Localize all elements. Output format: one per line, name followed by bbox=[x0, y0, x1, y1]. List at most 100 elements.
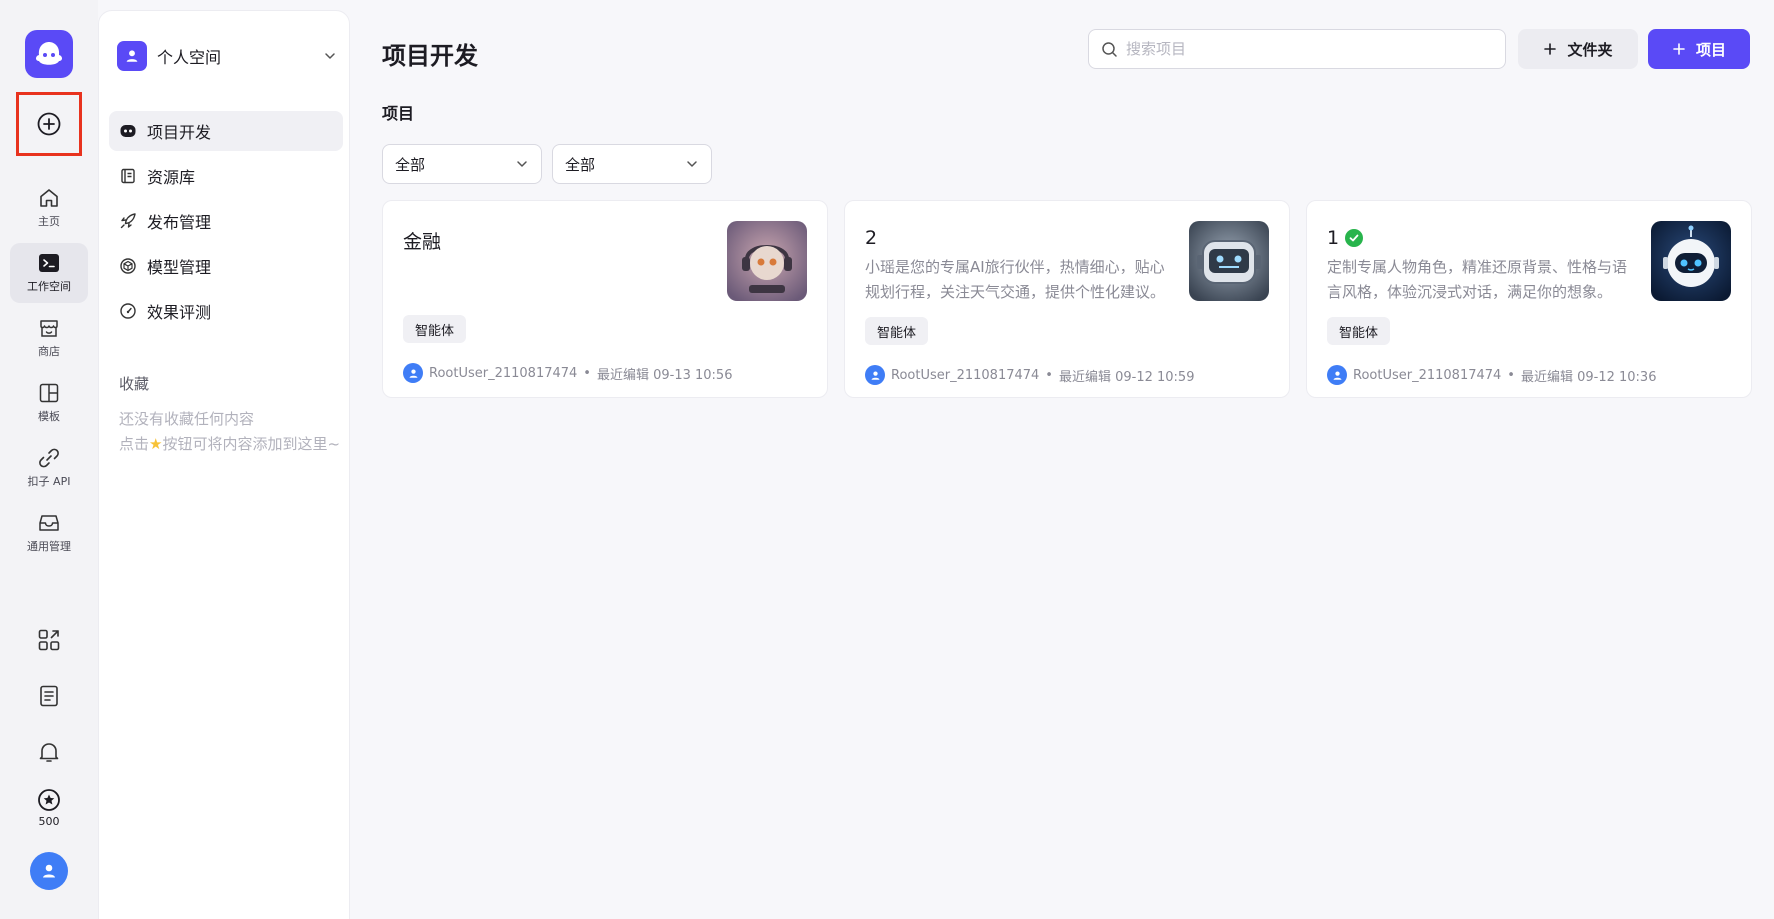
rail-item-label: 扣子 API bbox=[27, 475, 71, 488]
owner-avatar bbox=[403, 363, 423, 383]
project-type-tag: 智能体 bbox=[1327, 317, 1391, 345]
project-title: 1 bbox=[1327, 227, 1364, 249]
chevron-down-icon bbox=[687, 161, 697, 167]
rail-bottom: 500 bbox=[0, 620, 98, 890]
project-avatar bbox=[727, 221, 807, 301]
rail-item-api[interactable]: 扣子 API bbox=[10, 438, 88, 498]
project-description: 小瑶是您的专属AI旅行伙伴，热情细心，贴心规划行程，关注天气交通，提供个性化建议… bbox=[865, 258, 1166, 301]
project-title-text: 金融 bbox=[403, 231, 442, 253]
section-label: 项目 bbox=[382, 104, 415, 123]
meta-separator: • bbox=[1045, 367, 1053, 383]
workspace-sidebar: 个人空间 项目开发 资源库 发布管理 模型管理 效果评测 收藏 还没有收藏任何内… bbox=[98, 10, 350, 919]
space-avatar bbox=[117, 41, 147, 71]
sidebar-item-project-dev[interactable]: 项目开发 bbox=[109, 111, 343, 151]
library-icon bbox=[117, 165, 139, 187]
project-title-text: 1 bbox=[1327, 227, 1340, 249]
project-avatar bbox=[1189, 221, 1269, 301]
owner-filter-select[interactable]: 全部 bbox=[552, 144, 712, 184]
rail-item-store[interactable]: 商店 bbox=[10, 308, 88, 368]
owner-filter-value: 全部 bbox=[565, 155, 596, 174]
user-icon bbox=[871, 371, 879, 380]
project-meta: RootUser_2110817474 • 最近编辑 09-12 10:36 bbox=[1327, 365, 1656, 385]
create-button[interactable] bbox=[16, 92, 82, 156]
sidebar-item-publish[interactable]: 发布管理 bbox=[109, 201, 343, 241]
new-project-label: 项目 bbox=[1695, 40, 1726, 59]
project-card[interactable]: 1 定制专属人物角色，精准还原背景、性格与语言风格，体验沉浸式对话，满足你的想象… bbox=[1306, 200, 1752, 398]
rail-item-workspace[interactable]: 工作空间 bbox=[10, 243, 88, 303]
credits-count: 500 bbox=[38, 815, 60, 828]
project-title: 金融 bbox=[403, 227, 441, 254]
docs-button[interactable] bbox=[29, 676, 69, 716]
project-type-tag: 智能体 bbox=[403, 315, 467, 343]
rail-item-home[interactable]: 主页 bbox=[10, 178, 88, 238]
rocket-icon bbox=[117, 210, 139, 232]
project-card[interactable]: 2 小瑶是您的专属AI旅行伙伴，热情细心，贴心规划行程，关注天气交通，提供个性化… bbox=[844, 200, 1290, 398]
new-project-button[interactable]: 项目 bbox=[1648, 29, 1750, 69]
user-icon bbox=[409, 369, 417, 378]
last-edited: 最近编辑 09-12 10:36 bbox=[1520, 369, 1657, 385]
chevron-down-icon bbox=[325, 53, 335, 59]
sidebar-item-label: 资源库 bbox=[147, 168, 196, 187]
project-meta: RootUser_2110817474 • 最近编辑 09-12 10:59 bbox=[865, 365, 1194, 385]
user-icon bbox=[43, 864, 55, 878]
apps-button[interactable] bbox=[29, 620, 69, 660]
bell-icon bbox=[39, 743, 59, 762]
sidebar-item-evaluation[interactable]: 效果评测 bbox=[109, 291, 343, 331]
owner-name: RootUser_2110817474 bbox=[1353, 367, 1502, 383]
published-check-icon bbox=[1345, 229, 1364, 247]
project-avatar bbox=[1651, 221, 1731, 301]
plus-icon bbox=[1544, 43, 1557, 55]
rail-item-label: 模板 bbox=[38, 410, 60, 423]
main-content: 项目开发 文件夹 项目 项目 全部 全部 金融 bbox=[350, 0, 1774, 919]
chevron-down-icon bbox=[517, 161, 527, 167]
user-avatar[interactable] bbox=[30, 852, 68, 890]
search-input[interactable] bbox=[1126, 40, 1486, 58]
notifications-button[interactable] bbox=[29, 732, 69, 772]
apps-grid-icon bbox=[38, 629, 60, 651]
search-box[interactable] bbox=[1088, 29, 1506, 69]
space-switcher[interactable]: 个人空间 bbox=[117, 41, 337, 71]
credits-button[interactable]: 500 bbox=[37, 788, 61, 828]
last-edited: 最近编辑 09-12 10:59 bbox=[1058, 369, 1195, 385]
rail-item-label: 通用管理 bbox=[27, 540, 71, 553]
sidebar-item-label: 模型管理 bbox=[147, 258, 212, 277]
owner-avatar bbox=[865, 365, 885, 385]
rail-item-label: 商店 bbox=[38, 345, 60, 358]
last-edited: 最近编辑 09-13 10:56 bbox=[596, 367, 733, 383]
sidebar-item-label: 发布管理 bbox=[147, 213, 212, 232]
star-coin-icon bbox=[38, 789, 60, 811]
icon-rail: 主页 工作空间 商店 模板 扣子 API 通用管理 500 bbox=[0, 0, 98, 919]
project-title: 2 bbox=[865, 227, 877, 249]
bot-icon bbox=[117, 120, 139, 142]
coze-logo-icon[interactable] bbox=[25, 30, 73, 78]
model-cube-icon bbox=[117, 255, 139, 277]
new-folder-button[interactable]: 文件夹 bbox=[1518, 29, 1638, 69]
search-icon bbox=[1102, 41, 1117, 57]
type-filter-select[interactable]: 全部 bbox=[382, 144, 542, 184]
favorites-title: 收藏 bbox=[119, 375, 150, 393]
favorites-empty-hint: 点击★按钮可将内容添加到这里~ bbox=[119, 432, 341, 457]
owner-name: RootUser_2110817474 bbox=[891, 367, 1040, 383]
inbox-icon bbox=[39, 515, 59, 531]
hint-prefix: 点击 bbox=[119, 435, 150, 453]
rail-item-management[interactable]: 通用管理 bbox=[10, 503, 88, 563]
document-icon bbox=[40, 685, 58, 707]
type-filter-value: 全部 bbox=[395, 155, 426, 174]
sidebar-item-label: 项目开发 bbox=[147, 123, 212, 142]
sidebar-menu: 项目开发 资源库 发布管理 模型管理 效果评测 bbox=[109, 111, 343, 336]
sidebar-item-library[interactable]: 资源库 bbox=[109, 156, 343, 196]
project-card[interactable]: 金融 智能体 RootUser_2110817474 • 最近编辑 09-13 … bbox=[382, 200, 828, 398]
terminal-icon bbox=[39, 254, 59, 272]
api-link-icon bbox=[39, 448, 59, 468]
sidebar-item-models[interactable]: 模型管理 bbox=[109, 246, 343, 286]
gauge-icon bbox=[117, 300, 139, 322]
project-card-grid: 金融 智能体 RootUser_2110817474 • 最近编辑 09-13 … bbox=[382, 200, 1752, 398]
store-icon bbox=[40, 320, 58, 337]
hint-suffix: 按钮可将内容添加到这里~ bbox=[162, 435, 341, 453]
page-title: 项目开发 bbox=[382, 42, 478, 70]
star-icon: ★ bbox=[149, 435, 163, 453]
favorites-empty-line: 还没有收藏任何内容 bbox=[119, 410, 255, 428]
rail-item-templates[interactable]: 模板 bbox=[10, 373, 88, 433]
meta-separator: • bbox=[1507, 367, 1515, 383]
template-icon bbox=[39, 383, 59, 403]
